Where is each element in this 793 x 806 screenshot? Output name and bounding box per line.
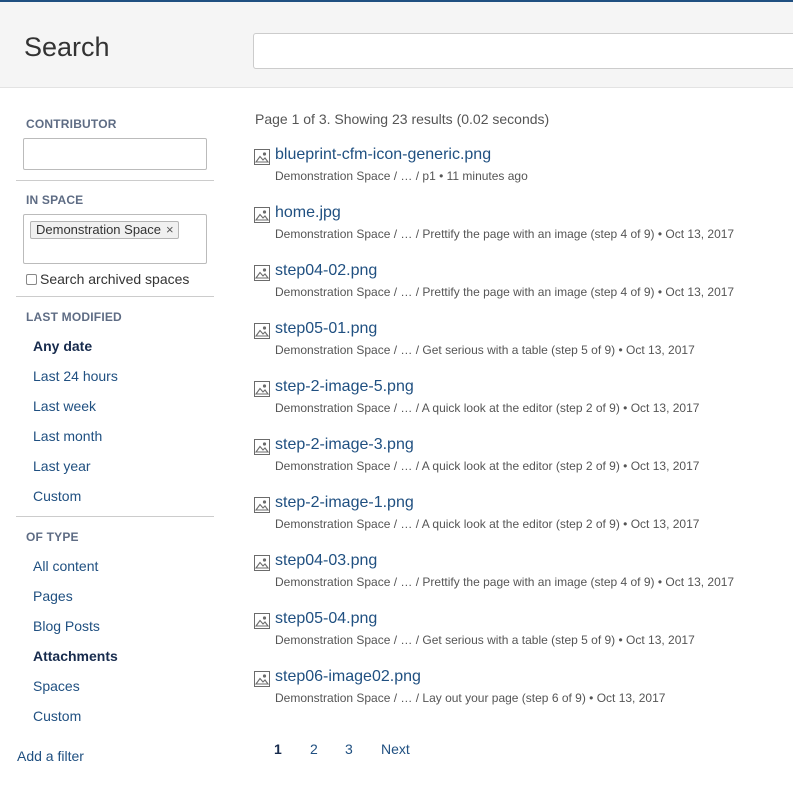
result-title-link[interactable]: step06-image02.png [275,668,421,686]
date-filter-last-24-hours[interactable]: Last 24 hours [33,368,118,384]
page-2-link[interactable]: 2 [310,741,318,757]
page-1-link: 1 [274,741,282,757]
result-title-link[interactable]: step-2-image-5.png [275,378,414,396]
image-file-icon [254,149,270,165]
date-filter-any-date[interactable]: Any date [33,338,92,354]
type-filter-pages[interactable]: Pages [33,588,73,604]
image-file-icon [254,497,270,513]
result-title-link[interactable]: step04-03.png [275,552,377,570]
contributor-label: CONTRIBUTOR [26,117,117,131]
result-title-link[interactable]: step04-02.png [275,262,377,280]
divider [16,180,214,181]
result-breadcrumb: Demonstration Space / … / p1 • 11 minute… [275,169,528,183]
page-3-link[interactable]: 3 [345,741,353,757]
result-breadcrumb: Demonstration Space / … / Prettify the p… [275,575,735,589]
result-breadcrumb: Demonstration Space / … / A quick look a… [275,459,700,473]
in-space-label: IN SPACE [26,193,84,207]
space-picker-field[interactable]: Demonstration Space × [23,214,207,264]
page-title: Search [24,32,110,62]
type-filter-custom[interactable]: Custom [33,708,81,724]
result-title-link[interactable]: step-2-image-3.png [275,436,414,454]
result-title-link[interactable]: home.jpg [275,204,341,222]
date-filter-last-year[interactable]: Last year [33,458,91,474]
image-file-icon [254,207,270,223]
archived-checkbox[interactable] [26,273,37,285]
search-archived-option[interactable]: Search archived spaces [26,271,189,287]
date-filter-last-week[interactable]: Last week [33,398,96,414]
result-breadcrumb: Demonstration Space / … / Prettify the p… [275,285,735,299]
next-page-link[interactable]: Next [381,741,410,757]
image-file-icon [254,439,270,455]
space-chip: Demonstration Space × [30,221,179,239]
image-file-icon [254,323,270,339]
results-summary: Page 1 of 3. Showing 23 results (0.02 se… [255,111,550,127]
search-header: Search [0,2,793,88]
search-input[interactable] [253,33,793,69]
add-filter-link[interactable]: Add a filter [17,748,84,764]
image-file-icon [254,381,270,397]
divider [16,516,214,517]
result-title-link[interactable]: step05-04.png [275,610,377,628]
type-filter-spaces[interactable]: Spaces [33,678,80,694]
of-type-label: OF TYPE [26,530,79,544]
result-breadcrumb: Demonstration Space / … / Prettify the p… [275,227,735,241]
image-file-icon [254,555,270,571]
contributor-input[interactable] [23,138,207,170]
result-breadcrumb: Demonstration Space / … / Get serious wi… [275,633,695,647]
type-filter-all-content[interactable]: All content [33,558,98,574]
result-title-link[interactable]: step-2-image-1.png [275,494,414,512]
result-title-link[interactable]: blueprint-cfm-icon-generic.png [275,146,491,164]
result-breadcrumb: Demonstration Space / … / Get serious wi… [275,343,695,357]
result-breadcrumb: Demonstration Space / … / Lay out your p… [275,691,666,705]
result-breadcrumb: Demonstration Space / … / A quick look a… [275,401,700,415]
last-modified-label: LAST MODIFIED [26,310,122,324]
date-filter-custom[interactable]: Custom [33,488,81,504]
result-title-link[interactable]: step05-01.png [275,320,377,338]
space-chip-label: Demonstration Space [36,222,162,237]
result-breadcrumb: Demonstration Space / … / A quick look a… [275,517,700,531]
image-file-icon [254,613,270,629]
chip-remove-icon[interactable]: × [166,222,174,237]
type-filter-blog-posts[interactable]: Blog Posts [33,618,100,634]
divider [16,296,214,297]
type-filter-attachments[interactable]: Attachments [33,648,118,664]
image-file-icon [254,265,270,281]
date-filter-last-month[interactable]: Last month [33,428,102,444]
image-file-icon [254,671,270,687]
archived-label: Search archived spaces [40,271,190,287]
